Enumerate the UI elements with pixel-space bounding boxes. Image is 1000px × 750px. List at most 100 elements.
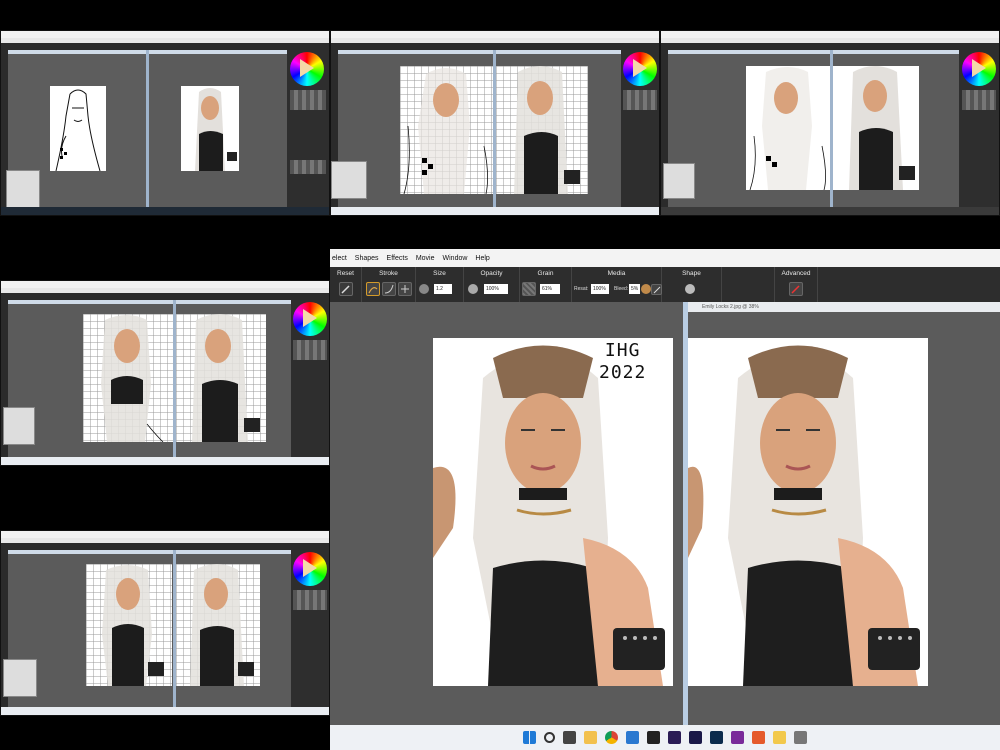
brush-tool-icon[interactable] bbox=[339, 282, 353, 296]
files-icon[interactable] bbox=[584, 731, 597, 744]
color-swatches[interactable] bbox=[962, 90, 996, 110]
grain-input[interactable]: 61% bbox=[540, 284, 560, 294]
color-panel bbox=[959, 50, 999, 207]
window-title-bar bbox=[1, 281, 329, 288]
shape-label: Shape bbox=[682, 270, 701, 277]
reference-canvas[interactable] bbox=[688, 338, 928, 686]
brush-shape-icon[interactable] bbox=[685, 284, 695, 294]
advanced-brush-icon[interactable] bbox=[789, 282, 803, 296]
stroke-line-icon[interactable] bbox=[382, 282, 396, 296]
grid-canvas-left bbox=[86, 564, 172, 686]
app-gray-icon[interactable] bbox=[794, 731, 807, 744]
media-reset-label: Resat: bbox=[574, 286, 589, 292]
media-brush-icon[interactable] bbox=[651, 284, 662, 295]
lineart-canvas bbox=[746, 66, 830, 190]
stroke-freehand-icon[interactable] bbox=[366, 282, 380, 296]
menu-item-select[interactable]: elect bbox=[332, 255, 347, 262]
property-bar bbox=[661, 43, 999, 50]
windows-taskbar bbox=[330, 725, 1000, 750]
shape-group: Shape bbox=[662, 267, 722, 302]
grain-label: Grain bbox=[537, 270, 554, 277]
lineart-drawing bbox=[55, 89, 101, 171]
taskbar bbox=[1, 207, 329, 215]
document-left: IHG 2022 bbox=[330, 302, 685, 750]
size-group: Size 1.2 bbox=[416, 267, 464, 302]
lineart-canvas bbox=[50, 86, 106, 171]
portrait-photo bbox=[688, 338, 928, 686]
size-dial-icon[interactable] bbox=[419, 284, 429, 294]
stroke-options-icon[interactable] bbox=[398, 282, 412, 296]
brush-presets[interactable] bbox=[290, 160, 326, 174]
app-orange-icon[interactable] bbox=[752, 731, 765, 744]
grain-group: Grain 61% bbox=[520, 267, 572, 302]
onenote-icon[interactable] bbox=[731, 731, 744, 744]
document-tab-bar bbox=[8, 300, 173, 304]
main-screenshot: elect Shapes Effects Movie Window Help R… bbox=[330, 249, 1000, 750]
media-reset-input[interactable]: 100% bbox=[591, 284, 609, 294]
advanced-group: Advanced bbox=[774, 267, 818, 302]
color-swatches[interactable] bbox=[290, 90, 326, 110]
opacity-input[interactable]: 100% bbox=[484, 284, 508, 294]
navigator-thumbnail bbox=[663, 163, 695, 199]
document-tab-bar bbox=[176, 300, 291, 304]
premiere-icon[interactable] bbox=[668, 731, 681, 744]
photoshop-icon[interactable] bbox=[710, 731, 723, 744]
size-input[interactable]: 1.2 bbox=[434, 284, 452, 294]
property-bar bbox=[1, 543, 329, 550]
color-wheel[interactable] bbox=[290, 52, 324, 86]
windows-start-icon[interactable] bbox=[523, 731, 536, 744]
media-group: Media Resat: 100% Bleed: 5% bbox=[572, 267, 662, 302]
color-swatches[interactable] bbox=[293, 590, 327, 610]
grid-canvas-right bbox=[496, 66, 588, 194]
grid-canvas-right bbox=[176, 314, 266, 442]
opacity-group: Opacity 100% bbox=[464, 267, 520, 302]
navigator-thumbnail bbox=[3, 659, 37, 697]
taskbar bbox=[1, 707, 329, 715]
grid-canvas-left bbox=[400, 66, 493, 194]
traced-portrait bbox=[102, 565, 164, 686]
chrome-icon[interactable] bbox=[605, 731, 618, 744]
color-wheel[interactable] bbox=[293, 552, 327, 586]
document-right bbox=[833, 50, 961, 207]
property-bar bbox=[331, 43, 659, 50]
search-icon[interactable] bbox=[544, 732, 555, 743]
menu-item-effects[interactable]: Effects bbox=[387, 255, 408, 262]
color-wheel[interactable] bbox=[293, 302, 327, 336]
watermark-line2: 2022 bbox=[599, 362, 647, 383]
media-icon[interactable] bbox=[647, 731, 660, 744]
bleed-input[interactable]: 5% bbox=[629, 284, 640, 294]
portrait-photo bbox=[190, 564, 254, 686]
portrait-photo bbox=[192, 314, 260, 442]
portrait-photo bbox=[433, 338, 673, 686]
app-yellow-icon[interactable] bbox=[773, 731, 786, 744]
menu-item-help[interactable]: Help bbox=[475, 255, 489, 262]
window-title-bar bbox=[1, 531, 329, 538]
menu-item-shapes[interactable]: Shapes bbox=[355, 255, 379, 262]
menu-bar: elect Shapes Effects Movie Window Help bbox=[330, 249, 1000, 267]
taskbar bbox=[1, 457, 329, 465]
color-panel bbox=[287, 50, 329, 207]
menu-item-movie[interactable]: Movie bbox=[416, 255, 435, 262]
menu-item-window[interactable]: Window bbox=[443, 255, 468, 262]
color-swatches[interactable] bbox=[293, 340, 327, 360]
media-color-icon[interactable] bbox=[641, 284, 651, 294]
after-effects-icon[interactable] bbox=[689, 731, 702, 744]
task-view-icon[interactable] bbox=[563, 731, 576, 744]
thumbnail-screenshot-1 bbox=[0, 30, 330, 216]
property-bar bbox=[1, 43, 329, 50]
main-canvas[interactable]: IHG 2022 bbox=[433, 338, 673, 686]
paper-texture-icon[interactable] bbox=[522, 282, 536, 296]
color-wheel[interactable] bbox=[962, 52, 996, 86]
color-wheel[interactable] bbox=[623, 52, 657, 86]
color-panel bbox=[621, 50, 659, 207]
opacity-dial-icon[interactable] bbox=[468, 284, 478, 294]
reset-label: Reset bbox=[337, 270, 354, 277]
advanced-label: Advanced bbox=[781, 270, 811, 277]
watermark-line1: IHG bbox=[604, 340, 641, 361]
opacity-label: Opacity bbox=[480, 270, 503, 277]
navigator-thumbnail bbox=[331, 161, 367, 199]
color-swatches[interactable] bbox=[623, 90, 657, 110]
property-bar bbox=[1, 293, 329, 300]
store-icon[interactable] bbox=[626, 731, 639, 744]
document-tab-bar bbox=[338, 50, 493, 54]
